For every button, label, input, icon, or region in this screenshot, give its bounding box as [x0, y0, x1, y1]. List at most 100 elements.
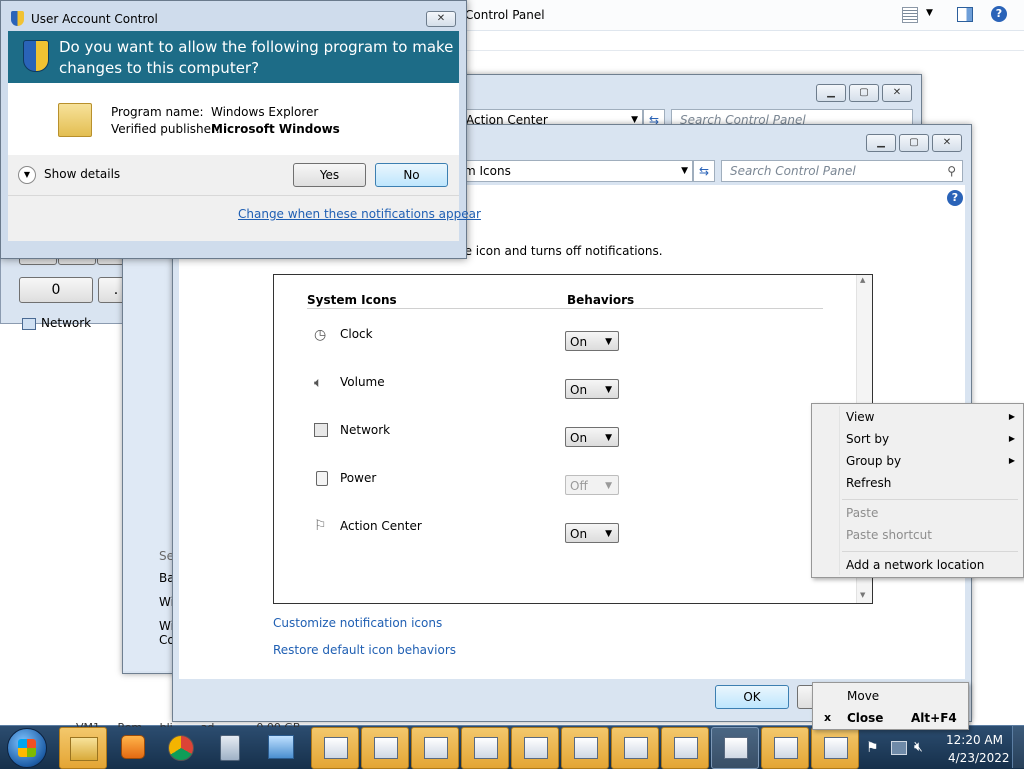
flag-icon: ⚐	[314, 518, 327, 534]
col-behaviors: Behaviors	[567, 293, 635, 307]
address-bar[interactable]: m Icons ▼	[459, 160, 693, 182]
show-details-toggle[interactable]: ▼ Show details	[18, 165, 138, 185]
uac-dialog: User Account Control ✕ Do you want to al…	[0, 0, 481, 259]
taskbar-window-button-8[interactable]	[661, 727, 709, 769]
window-icon	[524, 737, 548, 759]
menu-item-sort-by[interactable]: Sort by	[846, 432, 889, 446]
close-button[interactable]: ✕	[932, 134, 962, 152]
clock-time[interactable]: 12:20 AM	[946, 733, 1003, 747]
window-icon	[574, 737, 598, 759]
menu-separator	[842, 551, 1018, 552]
search-icon[interactable]: ⚲	[947, 161, 956, 181]
row-label: Power	[340, 471, 377, 485]
taskbar-explorer-button[interactable]	[59, 727, 107, 769]
taskbar-window-button-3[interactable]	[411, 727, 459, 769]
chrome-icon	[168, 735, 194, 761]
refresh-icon[interactable]: ⇆	[693, 160, 715, 182]
scroll-down-icon[interactable]: ▼	[860, 591, 865, 599]
submenu-arrow-icon: ▶	[1008, 412, 1015, 421]
taskbar-window-button-9[interactable]	[711, 727, 759, 769]
taskbar-window-button-11[interactable]	[811, 727, 859, 769]
menu-separator	[842, 499, 1018, 500]
network-behavior-select[interactable]: On ▼	[565, 427, 619, 447]
maximize-button[interactable]: ▢	[849, 84, 879, 102]
close-shortcut: Alt+F4	[911, 711, 957, 725]
publisher-value: Microsoft Windows	[211, 122, 340, 136]
uac-close-button[interactable]: ✕	[426, 11, 456, 27]
taskbar-window-button-2[interactable]	[361, 727, 409, 769]
menu-item-group-by[interactable]: Group by	[846, 454, 901, 468]
view-options-icon[interactable]	[902, 7, 918, 23]
chevron-down-icon: ▼	[605, 385, 612, 395]
taskbar-window-button-4[interactable]	[461, 727, 509, 769]
show-details-label: Show details	[44, 167, 121, 181]
tray-volume-muted-icon[interactable]: 🔇︎	[914, 739, 923, 755]
yes-button[interactable]: Yes	[293, 163, 366, 187]
help-icon[interactable]: ?	[947, 190, 963, 206]
power-icon	[316, 471, 328, 486]
preview-pane-icon[interactable]	[957, 7, 973, 22]
search-input[interactable]: Search Control Panel ⚲	[721, 160, 963, 182]
calculator-icon	[220, 735, 240, 761]
uac-divider	[8, 195, 459, 196]
tray-network-icon[interactable]	[891, 741, 907, 755]
help-icon[interactable]: ?	[991, 6, 1007, 22]
maximize-button[interactable]: ▢	[899, 134, 929, 152]
scroll-up-icon[interactable]: ▲	[860, 276, 865, 284]
media-player-icon	[121, 735, 145, 759]
ok-button[interactable]: OK	[715, 685, 789, 709]
taskbar-window-button-7[interactable]	[611, 727, 659, 769]
change-notifications-link[interactable]: Change when these notifications appear	[238, 207, 481, 221]
uac-footer: ▼ Show details Yes No Change when these …	[8, 155, 481, 241]
control-panel-title: Control Panel	[465, 8, 545, 22]
uac-shield-small-icon	[11, 11, 24, 26]
folder-icon	[70, 737, 98, 761]
restore-default-behaviors-link[interactable]: Restore default icon behaviors	[273, 643, 456, 657]
action-center-behavior-select[interactable]: On ▼	[565, 523, 619, 543]
menu-gutter	[839, 406, 840, 575]
menu-item-refresh[interactable]: Refresh	[846, 476, 891, 490]
chevron-down-icon: ▼	[605, 337, 612, 347]
window-icon	[324, 737, 348, 759]
window-icon	[624, 737, 648, 759]
chevron-down-icon: ▼	[605, 481, 612, 491]
taskbar-window-button-6[interactable]	[561, 727, 609, 769]
chevron-down-icon[interactable]: ▼	[926, 8, 933, 18]
start-button[interactable]	[7, 728, 47, 768]
uac-header: Do you want to allow the following progr…	[8, 31, 459, 83]
no-button[interactable]: No	[375, 163, 448, 187]
submenu-arrow-icon: ▶	[1008, 456, 1015, 465]
taskbar-chrome-button[interactable]	[157, 727, 203, 767]
calc-key-0[interactable]: 0	[19, 277, 93, 303]
volume-behavior-select[interactable]: On ▼	[565, 379, 619, 399]
taskbar-media-player-button[interactable]	[109, 727, 155, 767]
taskbar-control-panel-button[interactable]	[257, 727, 303, 767]
control-panel-icon	[268, 735, 294, 759]
menu-item-view[interactable]: View	[846, 410, 874, 424]
menu-item-close[interactable]: Close	[847, 711, 883, 725]
uac-body: Program name: Windows Explorer Verified …	[8, 83, 459, 155]
system-icons-list: System Icons Behaviors ◷ Clock On ▼ 🔈︎ Vo…	[273, 274, 873, 604]
minimize-button[interactable]: ▁	[816, 84, 846, 102]
taskbar-calculator-button[interactable]	[207, 727, 253, 767]
row-clock: ◷ Clock On ▼	[274, 325, 854, 355]
taskbar-window-button-10[interactable]	[761, 727, 809, 769]
clock-behavior-select[interactable]: On ▼	[565, 331, 619, 351]
menu-item-move[interactable]: Move	[847, 689, 879, 703]
close-button[interactable]: ✕	[882, 84, 912, 102]
taskbar-window-button-5[interactable]	[511, 727, 559, 769]
show-desktop-button[interactable]	[1012, 726, 1024, 768]
minimize-button[interactable]: ▁	[866, 134, 896, 152]
action-center-flag-icon[interactable]: ⚑	[866, 740, 879, 756]
program-name-value: Windows Explorer	[211, 105, 319, 119]
network-nav-label: Network	[41, 316, 92, 330]
clock-date[interactable]: 4/23/2022	[948, 751, 1010, 765]
chevron-down-icon: ▼	[605, 433, 612, 443]
menu-item-add-network-location[interactable]: Add a network location	[846, 558, 984, 572]
window-icon	[424, 737, 448, 759]
taskbar-window-button-1[interactable]	[311, 727, 359, 769]
customize-notification-icons-link[interactable]: Customize notification icons	[273, 616, 442, 630]
network-nav-icon	[22, 318, 36, 330]
chevron-down-icon[interactable]: ▼	[681, 161, 688, 181]
desktop-context-menu: View ▶ Sort by ▶ Group by ▶ Refresh Past…	[811, 403, 1024, 578]
